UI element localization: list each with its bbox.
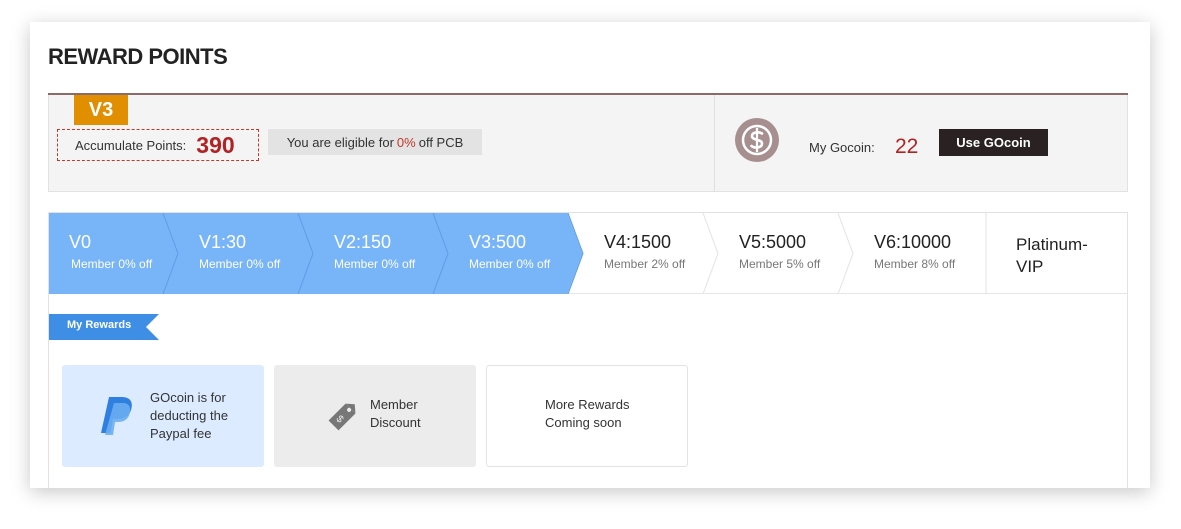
- level-badge: V3: [74, 95, 128, 125]
- eligibility-percent: 0%: [396, 134, 416, 150]
- level-step-v3: V3:500 Member 0% off: [469, 213, 550, 294]
- page-title: REWARD POINTS: [48, 44, 228, 69]
- panel-divider: [714, 95, 715, 192]
- reward-card-paypal[interactable]: GOcoin is for deducting the Paypal fee: [62, 365, 264, 467]
- my-rewards-tag: My Rewards: [49, 314, 159, 345]
- level-step-discount: Member 0% off: [199, 257, 281, 271]
- level-step-title: V6:10000: [874, 232, 952, 252]
- reward-card-coming-soon: More Rewards Coming soon: [486, 365, 688, 467]
- level-step-v5: V5:5000 Member 5% off: [739, 213, 820, 294]
- level-separator: [702, 213, 719, 294]
- level-step-v1: V1:30 Member 0% off: [199, 213, 280, 294]
- use-gocoin-button[interactable]: Use GOcoin: [939, 129, 1048, 156]
- level-step-title: V3:500: [469, 232, 527, 252]
- level-separator: [837, 213, 854, 294]
- paypal-reward-text: GOcoin is for deducting the Paypal fee: [150, 390, 229, 441]
- vip-label-line1: Platinum-: [1016, 235, 1088, 254]
- eligibility-prefix: You are eligible for: [286, 134, 394, 150]
- more-rewards-text: More Rewards Coming soon: [545, 397, 630, 430]
- membership-levels-section: V0 Member 0% off V1:30 Member 0% off V2:150 M…: [48, 212, 1128, 488]
- level-step-v6: V6:10000 Member 8% off: [874, 213, 955, 294]
- member-discount-text: Member Discount: [370, 397, 421, 430]
- level-step-v2: V2:150 Member 0% off: [334, 213, 415, 294]
- level-step-discount: Member 0% off: [469, 257, 551, 271]
- eligibility-notice: You are eligible for 0% off PCB: [268, 129, 482, 155]
- my-rewards-label: My Rewards: [67, 319, 132, 331]
- dollar-coin-icon: [735, 118, 779, 162]
- reward-card-member-discount[interactable]: $ Member Discount: [274, 365, 476, 467]
- gocoin-label: My Gocoin:: [809, 140, 875, 155]
- accumulate-points-value: 390: [196, 131, 235, 158]
- reward-points-card: REWARD POINTS V3 Accumulate Points: 390 …: [30, 22, 1150, 488]
- level-progress-bar: V0 Member 0% off V1:30 Member 0% off V2:150 M…: [49, 213, 1127, 294]
- price-tag-icon: $: [324, 399, 360, 440]
- points-panel: V3 Accumulate Points: 390 You are eligib…: [48, 95, 1128, 192]
- level-step-title: V1:30: [199, 232, 247, 252]
- accumulate-points-label: Accumulate Points:: [75, 137, 187, 153]
- vip-level-label: Platinum- VIP: [1016, 234, 1106, 278]
- gocoin-value: 22: [895, 135, 919, 158]
- level-step-discount: Member 0% off: [334, 257, 416, 271]
- level-step-title: V2:150: [334, 232, 392, 252]
- accumulate-points-box: Accumulate Points: 390: [57, 129, 259, 161]
- eligibility-suffix: off PCB: [418, 134, 464, 150]
- vip-label-line2: VIP: [1016, 257, 1044, 276]
- level-step-title: V0: [69, 232, 92, 252]
- level-step-discount: Member 5% off: [739, 257, 821, 271]
- level-step-discount: Member 8% off: [874, 257, 956, 271]
- level-step-discount: Member 0% off: [71, 257, 153, 271]
- level-step-discount: Member 2% off: [604, 257, 686, 271]
- level-step-title: V5:5000: [739, 232, 807, 252]
- level-step-title: V4:1500: [604, 232, 672, 252]
- level-step-v4: V4:1500 Member 2% off: [604, 213, 685, 294]
- paypal-icon: [96, 395, 136, 442]
- level-step-v0: V0 Member 0% off: [69, 213, 152, 294]
